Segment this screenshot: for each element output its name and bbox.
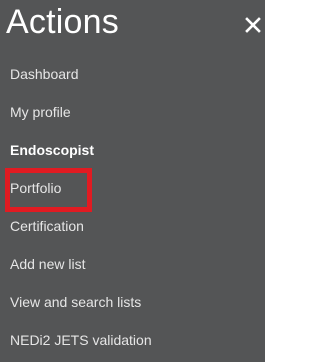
menu-item-dashboard[interactable]: Dashboard xyxy=(0,57,265,95)
close-icon[interactable] xyxy=(244,16,262,34)
panel-title: Actions xyxy=(6,3,119,41)
menu-item-certification[interactable]: Certification xyxy=(0,209,265,247)
actions-panel: Actions Dashboard My profile Endoscopist… xyxy=(0,0,265,362)
menu-item-portfolio[interactable]: Portfolio xyxy=(0,171,265,209)
menu-item-add-new-list[interactable]: Add new list xyxy=(0,247,265,285)
menu-item-view-and-search-lists[interactable]: View and search lists xyxy=(0,285,265,323)
actions-menu: Dashboard My profile Endoscopist Portfol… xyxy=(0,57,265,361)
menu-item-my-profile[interactable]: My profile xyxy=(0,95,265,133)
menu-item-nedi2-jets-validation[interactable]: NEDi2 JETS validation xyxy=(0,323,265,361)
menu-section-endoscopist: Endoscopist xyxy=(10,142,95,158)
panel-header: Actions xyxy=(0,0,265,52)
